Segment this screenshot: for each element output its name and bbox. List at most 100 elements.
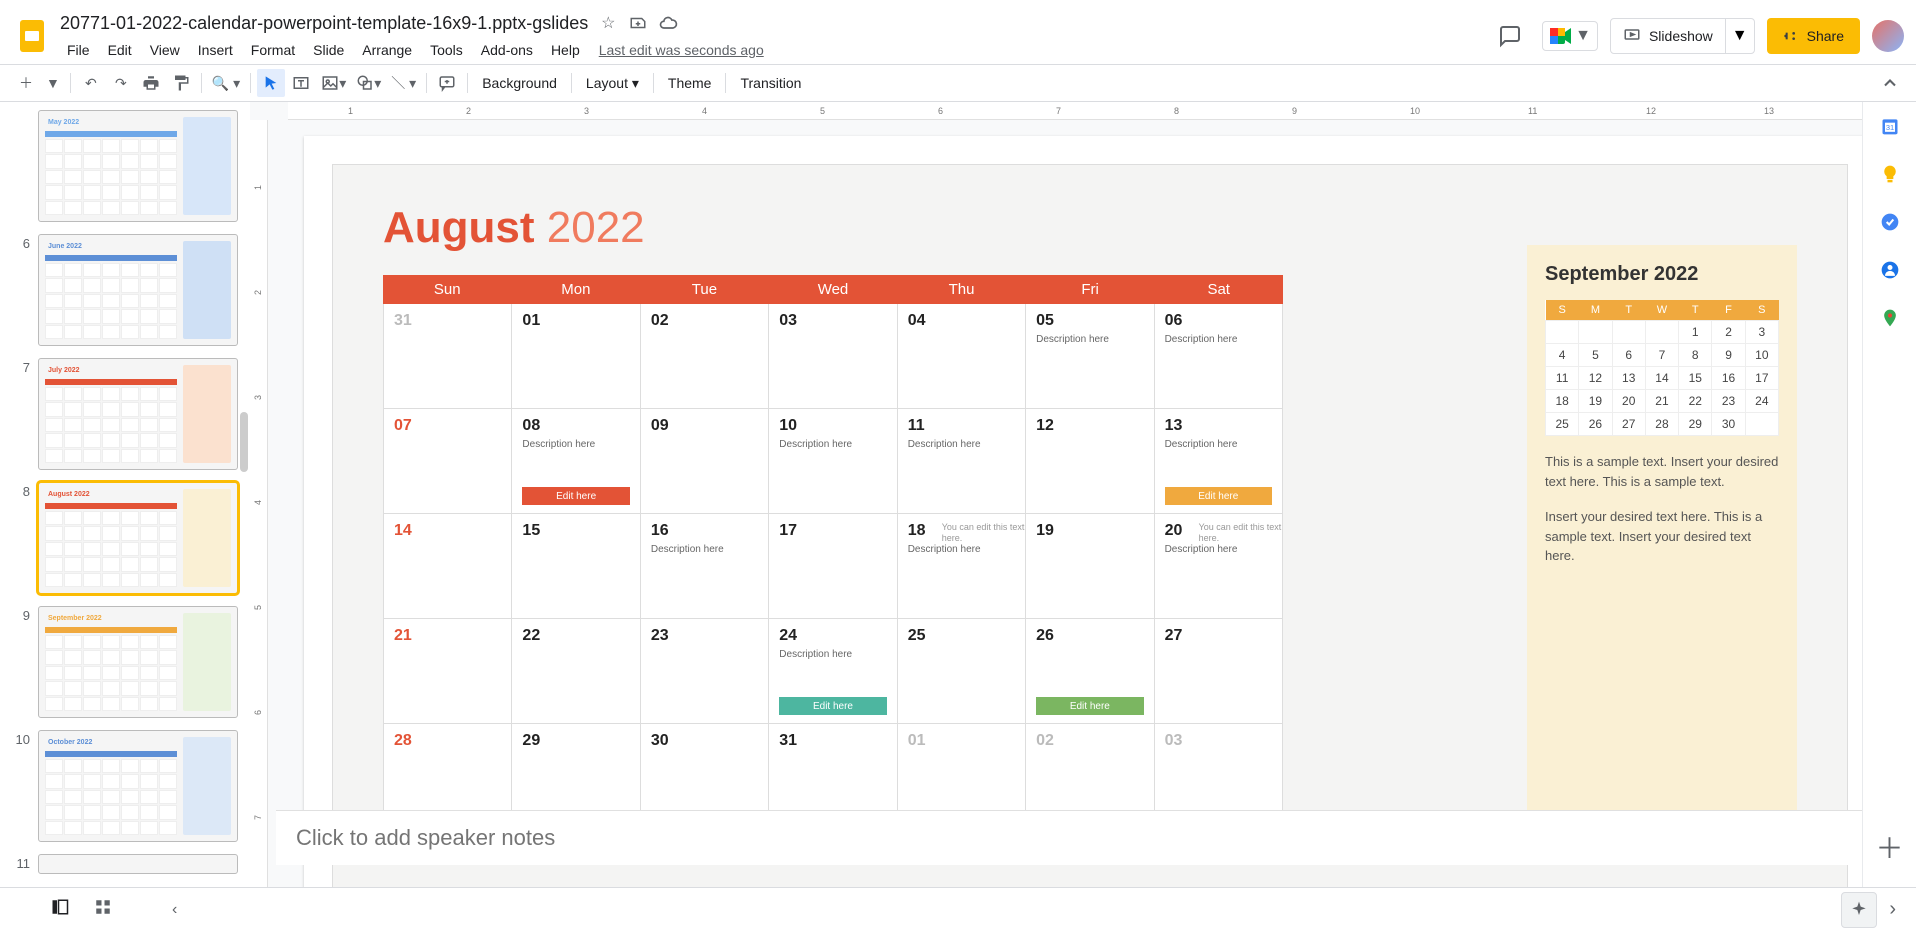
calendar-cell[interactable]: 18You can edit this text here.Descriptio… bbox=[898, 514, 1025, 618]
menu-slide[interactable]: Slide bbox=[306, 40, 351, 60]
mini-title: September 2022 bbox=[1545, 263, 1779, 286]
share-label: Share bbox=[1807, 28, 1844, 44]
menu-help[interactable]: Help bbox=[544, 40, 587, 60]
ruler-horizontal: 12345678910111213 bbox=[288, 102, 1916, 120]
add-addon-icon[interactable]: ＋ bbox=[1875, 827, 1903, 867]
calendar-cell[interactable]: 22 bbox=[512, 619, 639, 723]
menu-edit[interactable]: Edit bbox=[101, 40, 139, 60]
calendar-cell[interactable]: 24Description hereEdit here bbox=[769, 619, 896, 723]
calendar-cell[interactable]: 04 bbox=[898, 304, 1025, 408]
calendar-cell[interactable]: 09 bbox=[641, 409, 768, 513]
slide-thumb[interactable]: October 2022 bbox=[38, 730, 238, 842]
calendar-addon-icon[interactable]: 31 bbox=[1880, 116, 1900, 136]
calendar-cell[interactable]: 08Description hereEdit here bbox=[512, 409, 639, 513]
maps-addon-icon[interactable] bbox=[1880, 308, 1900, 328]
slideshow-label: Slideshow bbox=[1649, 28, 1713, 44]
calendar-cell[interactable]: 14 bbox=[384, 514, 511, 618]
calendar-cell[interactable]: 10Description here bbox=[769, 409, 896, 513]
mini-calendar-panel[interactable]: September 2022 SMTWTFS123456789101112131… bbox=[1527, 245, 1797, 817]
tasks-addon-icon[interactable] bbox=[1880, 212, 1900, 232]
next-slide-icon[interactable]: › bbox=[1889, 898, 1896, 921]
comments-icon[interactable] bbox=[1490, 16, 1530, 56]
contacts-addon-icon[interactable] bbox=[1880, 260, 1900, 280]
calendar-cell[interactable]: 06Description here bbox=[1155, 304, 1282, 408]
canvas[interactable]: 12345678910111213 1234567 August 2022 Su… bbox=[250, 102, 1916, 931]
calendar-cell[interactable]: 17 bbox=[769, 514, 896, 618]
calendar-cell[interactable]: 27 bbox=[1155, 619, 1282, 723]
textbox-tool[interactable] bbox=[287, 69, 315, 97]
new-slide-dropdown[interactable]: ▼ bbox=[42, 69, 64, 97]
calendar-cell[interactable]: 16Description here bbox=[641, 514, 768, 618]
mini-calendar: SMTWTFS123456789101112131415161718192021… bbox=[1545, 300, 1779, 436]
doc-title[interactable]: 20771-01-2022-calendar-powerpoint-templa… bbox=[60, 13, 588, 34]
image-tool[interactable]: ▾ bbox=[317, 69, 350, 97]
calendar-cell[interactable]: 31 bbox=[384, 304, 511, 408]
slide-thumb[interactable]: September 2022 bbox=[38, 606, 238, 718]
calendar-cell[interactable]: 11Description here bbox=[898, 409, 1025, 513]
menu-tools[interactable]: Tools bbox=[423, 40, 470, 60]
mini-text-1: This is a sample text. Insert your desir… bbox=[1545, 452, 1779, 491]
calendar-cell[interactable]: 25 bbox=[898, 619, 1025, 723]
mini-text-2: Insert your desired text here. This is a… bbox=[1545, 507, 1779, 566]
menu-format[interactable]: Format bbox=[244, 40, 302, 60]
menu-arrange[interactable]: Arrange bbox=[355, 40, 419, 60]
new-slide-button[interactable]: ＋ bbox=[12, 69, 40, 97]
slides-logo[interactable] bbox=[12, 16, 52, 56]
slide-thumb[interactable]: August 2022 bbox=[38, 482, 238, 594]
slide-thumb[interactable]: July 2022 bbox=[38, 358, 238, 470]
calendar-cell[interactable]: 07 bbox=[384, 409, 511, 513]
shape-tool[interactable]: ▾ bbox=[352, 69, 385, 97]
transition-button[interactable]: Transition bbox=[732, 75, 809, 91]
grid-view-icon[interactable] bbox=[94, 898, 112, 921]
menu-file[interactable]: File bbox=[60, 40, 97, 60]
calendar-cell[interactable]: 13Description hereEdit here bbox=[1155, 409, 1282, 513]
explore-button[interactable] bbox=[1841, 892, 1877, 928]
theme-button[interactable]: Theme bbox=[660, 75, 720, 91]
paint-format-button[interactable] bbox=[167, 69, 195, 97]
filmstrip-view-icon[interactable] bbox=[50, 898, 70, 921]
slide-canvas[interactable]: August 2022 SunMonTueWedThuFriSat 310102… bbox=[304, 136, 1876, 926]
calendar-cell[interactable]: 01 bbox=[512, 304, 639, 408]
last-edit-text[interactable]: Last edit was seconds ago bbox=[599, 42, 764, 58]
menu-view[interactable]: View bbox=[143, 40, 187, 60]
slideshow-button[interactable]: Slideshow ▼ bbox=[1610, 18, 1755, 54]
calendar-cell[interactable]: 02 bbox=[641, 304, 768, 408]
filmstrip[interactable]: May 20226June 20227July 20228August 2022… bbox=[0, 102, 250, 931]
slide-thumb[interactable]: June 2022 bbox=[38, 234, 238, 346]
layout-button[interactable]: Layout ▾ bbox=[578, 75, 647, 92]
menu-insert[interactable]: Insert bbox=[191, 40, 240, 60]
meet-button[interactable]: ▼ bbox=[1542, 21, 1598, 51]
comment-tool[interactable] bbox=[433, 69, 461, 97]
print-button[interactable] bbox=[137, 69, 165, 97]
line-tool[interactable]: ＼ ▾ bbox=[387, 69, 420, 97]
calendar-cell[interactable]: 26Edit here bbox=[1026, 619, 1153, 723]
prev-slide-icon[interactable]: ‹ bbox=[172, 901, 177, 919]
star-icon[interactable]: ☆ bbox=[598, 13, 618, 33]
account-avatar[interactable] bbox=[1872, 20, 1904, 52]
undo-button[interactable]: ↶ bbox=[77, 69, 105, 97]
calendar-cell[interactable]: 12 bbox=[1026, 409, 1153, 513]
calendar-cell[interactable]: 05Description here bbox=[1026, 304, 1153, 408]
slideshow-dropdown[interactable]: ▼ bbox=[1725, 19, 1754, 53]
zoom-button[interactable]: 🔍 ▾ bbox=[208, 69, 244, 97]
calendar-cell[interactable]: 20You can edit this text here.Descriptio… bbox=[1155, 514, 1282, 618]
filmstrip-scrollbar[interactable] bbox=[240, 412, 248, 472]
keep-addon-icon[interactable] bbox=[1880, 164, 1900, 184]
redo-button[interactable]: ↷ bbox=[107, 69, 135, 97]
calendar-cell[interactable]: 21 bbox=[384, 619, 511, 723]
calendar-title[interactable]: August 2022 bbox=[383, 203, 645, 253]
share-button[interactable]: Share bbox=[1767, 18, 1860, 54]
speaker-notes[interactable]: Click to add speaker notes bbox=[276, 810, 1862, 865]
slide-thumb[interactable]: May 2022 bbox=[38, 110, 238, 222]
cloud-icon[interactable] bbox=[658, 13, 678, 33]
menu-add-ons[interactable]: Add-ons bbox=[474, 40, 540, 60]
calendar-cell[interactable]: 15 bbox=[512, 514, 639, 618]
collapse-toolbar-icon[interactable] bbox=[1876, 69, 1904, 97]
move-icon[interactable] bbox=[628, 13, 648, 33]
calendar-cell[interactable]: 23 bbox=[641, 619, 768, 723]
slide-thumb[interactable] bbox=[38, 854, 238, 874]
calendar-cell[interactable]: 03 bbox=[769, 304, 896, 408]
background-button[interactable]: Background bbox=[474, 75, 565, 91]
calendar-cell[interactable]: 19 bbox=[1026, 514, 1153, 618]
select-tool[interactable] bbox=[257, 69, 285, 97]
